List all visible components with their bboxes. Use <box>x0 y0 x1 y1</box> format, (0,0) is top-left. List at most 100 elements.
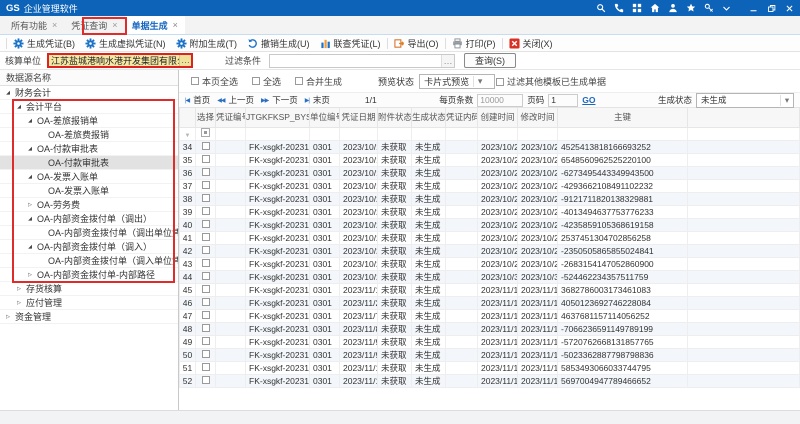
tree-expand-icon[interactable]: ◢ <box>26 146 34 152</box>
cell-select[interactable] <box>196 361 216 374</box>
row-checkbox-icon[interactable] <box>202 311 210 319</box>
close-window-icon[interactable] <box>785 4 794 13</box>
table-row[interactable]: 44 FK-xsgkf-202310093 0301 2023/10/27 未获… <box>180 270 800 283</box>
row-checkbox-icon[interactable] <box>202 168 210 176</box>
page-no-input[interactable]: 1 <box>548 94 578 107</box>
tree-expand-icon[interactable]: ◢ <box>4 90 12 96</box>
cell-select[interactable] <box>196 335 216 348</box>
col-bys[interactable]: JTGKFKSP_BYS <box>246 108 310 127</box>
print-button[interactable]: 打印(P) <box>447 37 501 50</box>
tab-voucher-query[interactable]: 凭证查询 × <box>64 16 124 34</box>
home-icon[interactable] <box>650 3 660 13</box>
tree-item[interactable]: ▷ OA-劳务费 <box>0 198 178 212</box>
next-page-button[interactable]: ▶▶下一页 <box>261 94 298 106</box>
row-checkbox-icon[interactable] <box>202 181 210 189</box>
cell-select[interactable] <box>196 166 216 179</box>
row-checkbox-icon[interactable] <box>202 259 210 267</box>
table-row[interactable]: 39 FK-xsgkf-202310070 0301 2023/10/20 未获… <box>180 205 800 218</box>
linked-voucher-button[interactable]: 联查凭证(L) <box>315 37 386 50</box>
cell-select[interactable] <box>196 296 216 309</box>
row-checkbox-icon[interactable] <box>202 194 210 202</box>
cell-select[interactable] <box>196 257 216 270</box>
cell-select[interactable] <box>196 270 216 283</box>
filter-funnel-icon[interactable]: ▼ <box>185 133 191 139</box>
restore-icon[interactable] <box>767 4 776 13</box>
tree-item[interactable]: ◢ OA-内部资金拨付单（调出） <box>0 212 178 226</box>
last-page-button[interactable]: ▶|末页 <box>305 94 330 106</box>
row-checkbox-icon[interactable] <box>202 298 210 306</box>
tree-expand-icon[interactable]: ◢ <box>26 244 34 250</box>
col-attach-status[interactable]: 附件状态 <box>378 108 412 127</box>
tree-item[interactable]: OA-内部资金拨付单（调出单位凭证） <box>0 226 178 240</box>
cell-select[interactable] <box>196 309 216 322</box>
row-checkbox-icon[interactable] <box>202 233 210 241</box>
go-button[interactable]: GO <box>582 95 595 105</box>
append-generate-button[interactable]: 附加生成(T) <box>171 37 243 50</box>
minimize-icon[interactable] <box>749 4 758 13</box>
cell-select[interactable] <box>196 244 216 257</box>
table-row[interactable]: 45 FK-xsgkf-202311110 0301 2023/11/1 未获取… <box>180 283 800 296</box>
tree-item[interactable]: OA-发票入账单 <box>0 184 178 198</box>
gen-status-dropdown[interactable]: 未生成 ▾ <box>696 93 794 108</box>
tree-expand-icon[interactable]: ▷ <box>26 202 34 208</box>
table-row[interactable]: 47 FK-xsgkf-202311119 0301 2023/11/7 未获取… <box>180 309 800 322</box>
tab-all-functions[interactable]: 所有功能 × <box>4 16 64 34</box>
table-row[interactable]: 50 FK-xsgkf-202311152 0301 2023/11/9 未获取… <box>180 348 800 361</box>
table-row[interactable]: 43 FK-xsgkf-202310075 0301 2023/10/24 未获… <box>180 257 800 270</box>
tree-item[interactable]: ▷ 应付管理 <box>0 296 178 310</box>
tree-item[interactable]: ▷ 资金管理 <box>0 310 178 324</box>
row-checkbox-icon[interactable] <box>202 324 210 332</box>
row-checkbox-icon[interactable] <box>202 155 210 163</box>
generate-virtual-voucher-button[interactable]: 生成虚拟凭证(N) <box>80 37 171 50</box>
select-all-checkbox[interactable]: 全选 <box>252 75 281 88</box>
col-voucher-no[interactable]: 凭证编号 <box>216 108 246 127</box>
row-checkbox-icon[interactable] <box>202 220 210 228</box>
tree-expand-icon[interactable]: ◢ <box>26 216 34 222</box>
row-checkbox-icon[interactable] <box>202 337 210 345</box>
col-created[interactable]: 创建时间 <box>478 108 518 127</box>
col-voucher-date[interactable]: 凭证日期 <box>340 108 378 127</box>
key-icon[interactable] <box>704 3 714 13</box>
apps-grid-icon[interactable] <box>632 3 642 13</box>
star-icon[interactable] <box>686 3 696 13</box>
tree-expand-icon[interactable]: ▷ <box>15 300 23 306</box>
row-checkbox-icon[interactable] <box>202 376 210 384</box>
tree-expand-icon[interactable]: ▷ <box>26 272 34 278</box>
tree-expand-icon[interactable]: ◢ <box>26 174 34 180</box>
table-row[interactable]: 34 FK-xsgkf-202310062 0301 2023/10/18 未获… <box>180 140 800 153</box>
cell-select[interactable] <box>196 218 216 231</box>
table-row[interactable]: 46 FK-xsgkf-202311115 0301 2023/11/2 未获取… <box>180 296 800 309</box>
cell-select[interactable] <box>196 231 216 244</box>
row-checkbox-icon[interactable] <box>202 350 210 358</box>
row-checkbox-icon[interactable] <box>202 285 210 293</box>
table-row[interactable]: 35 FK-xsgkf-202310056 0301 2023/10/18 未获… <box>180 153 800 166</box>
cell-select[interactable] <box>196 283 216 296</box>
col-select[interactable]: 选择 <box>196 108 216 127</box>
tree-item[interactable]: OA-付款审批表 <box>0 156 178 170</box>
table-row[interactable]: 49 FK-xsgkf-202311153 0301 2023/11/9 未获取… <box>180 335 800 348</box>
cell-select[interactable] <box>196 348 216 361</box>
table-row[interactable]: 36 FK-xsgkf-202310067 0301 2023/10/19 未获… <box>180 166 800 179</box>
table-row[interactable]: 38 FK-xsgkf-202310069 0301 2023/10/20 未获… <box>180 192 800 205</box>
first-page-button[interactable]: |◀首页 <box>185 94 210 106</box>
tree-item[interactable]: ◢ OA-发票入账单 <box>0 170 178 184</box>
cell-select[interactable] <box>196 179 216 192</box>
row-checkbox-icon[interactable] <box>202 363 210 371</box>
cell-select[interactable] <box>196 192 216 205</box>
table-row[interactable]: 52 FK-xsgkf-202311169 0301 2023/11/10 未获… <box>180 374 800 387</box>
cell-select[interactable] <box>196 374 216 387</box>
col-unit-no[interactable]: 单位编号 <box>310 108 340 127</box>
close-button[interactable]: 关闭(X) <box>504 37 558 50</box>
cell-select[interactable] <box>196 322 216 335</box>
ellipsis-picker-icon[interactable]: … <box>441 55 454 67</box>
tab-close-icon[interactable]: × <box>173 20 178 30</box>
row-checkbox-icon[interactable] <box>202 142 210 150</box>
tab-document-generate[interactable]: 单据生成 × <box>125 16 185 34</box>
tree-item[interactable]: ▷ OA-内部资金拨付单-内部路径 <box>0 268 178 282</box>
table-row[interactable]: 41 FK-xsgkf-202310073 0301 2023/10/23 未获… <box>180 231 800 244</box>
tree-item[interactable]: ◢ 会计平台 <box>0 100 178 114</box>
row-checkbox-icon[interactable] <box>202 272 210 280</box>
export-button[interactable]: 导出(O) <box>389 37 444 50</box>
table-row[interactable]: 37 FK-xsgkf-202310068 0301 2023/10/19 未获… <box>180 179 800 192</box>
generate-voucher-button[interactable]: 生成凭证(B) <box>8 37 80 50</box>
